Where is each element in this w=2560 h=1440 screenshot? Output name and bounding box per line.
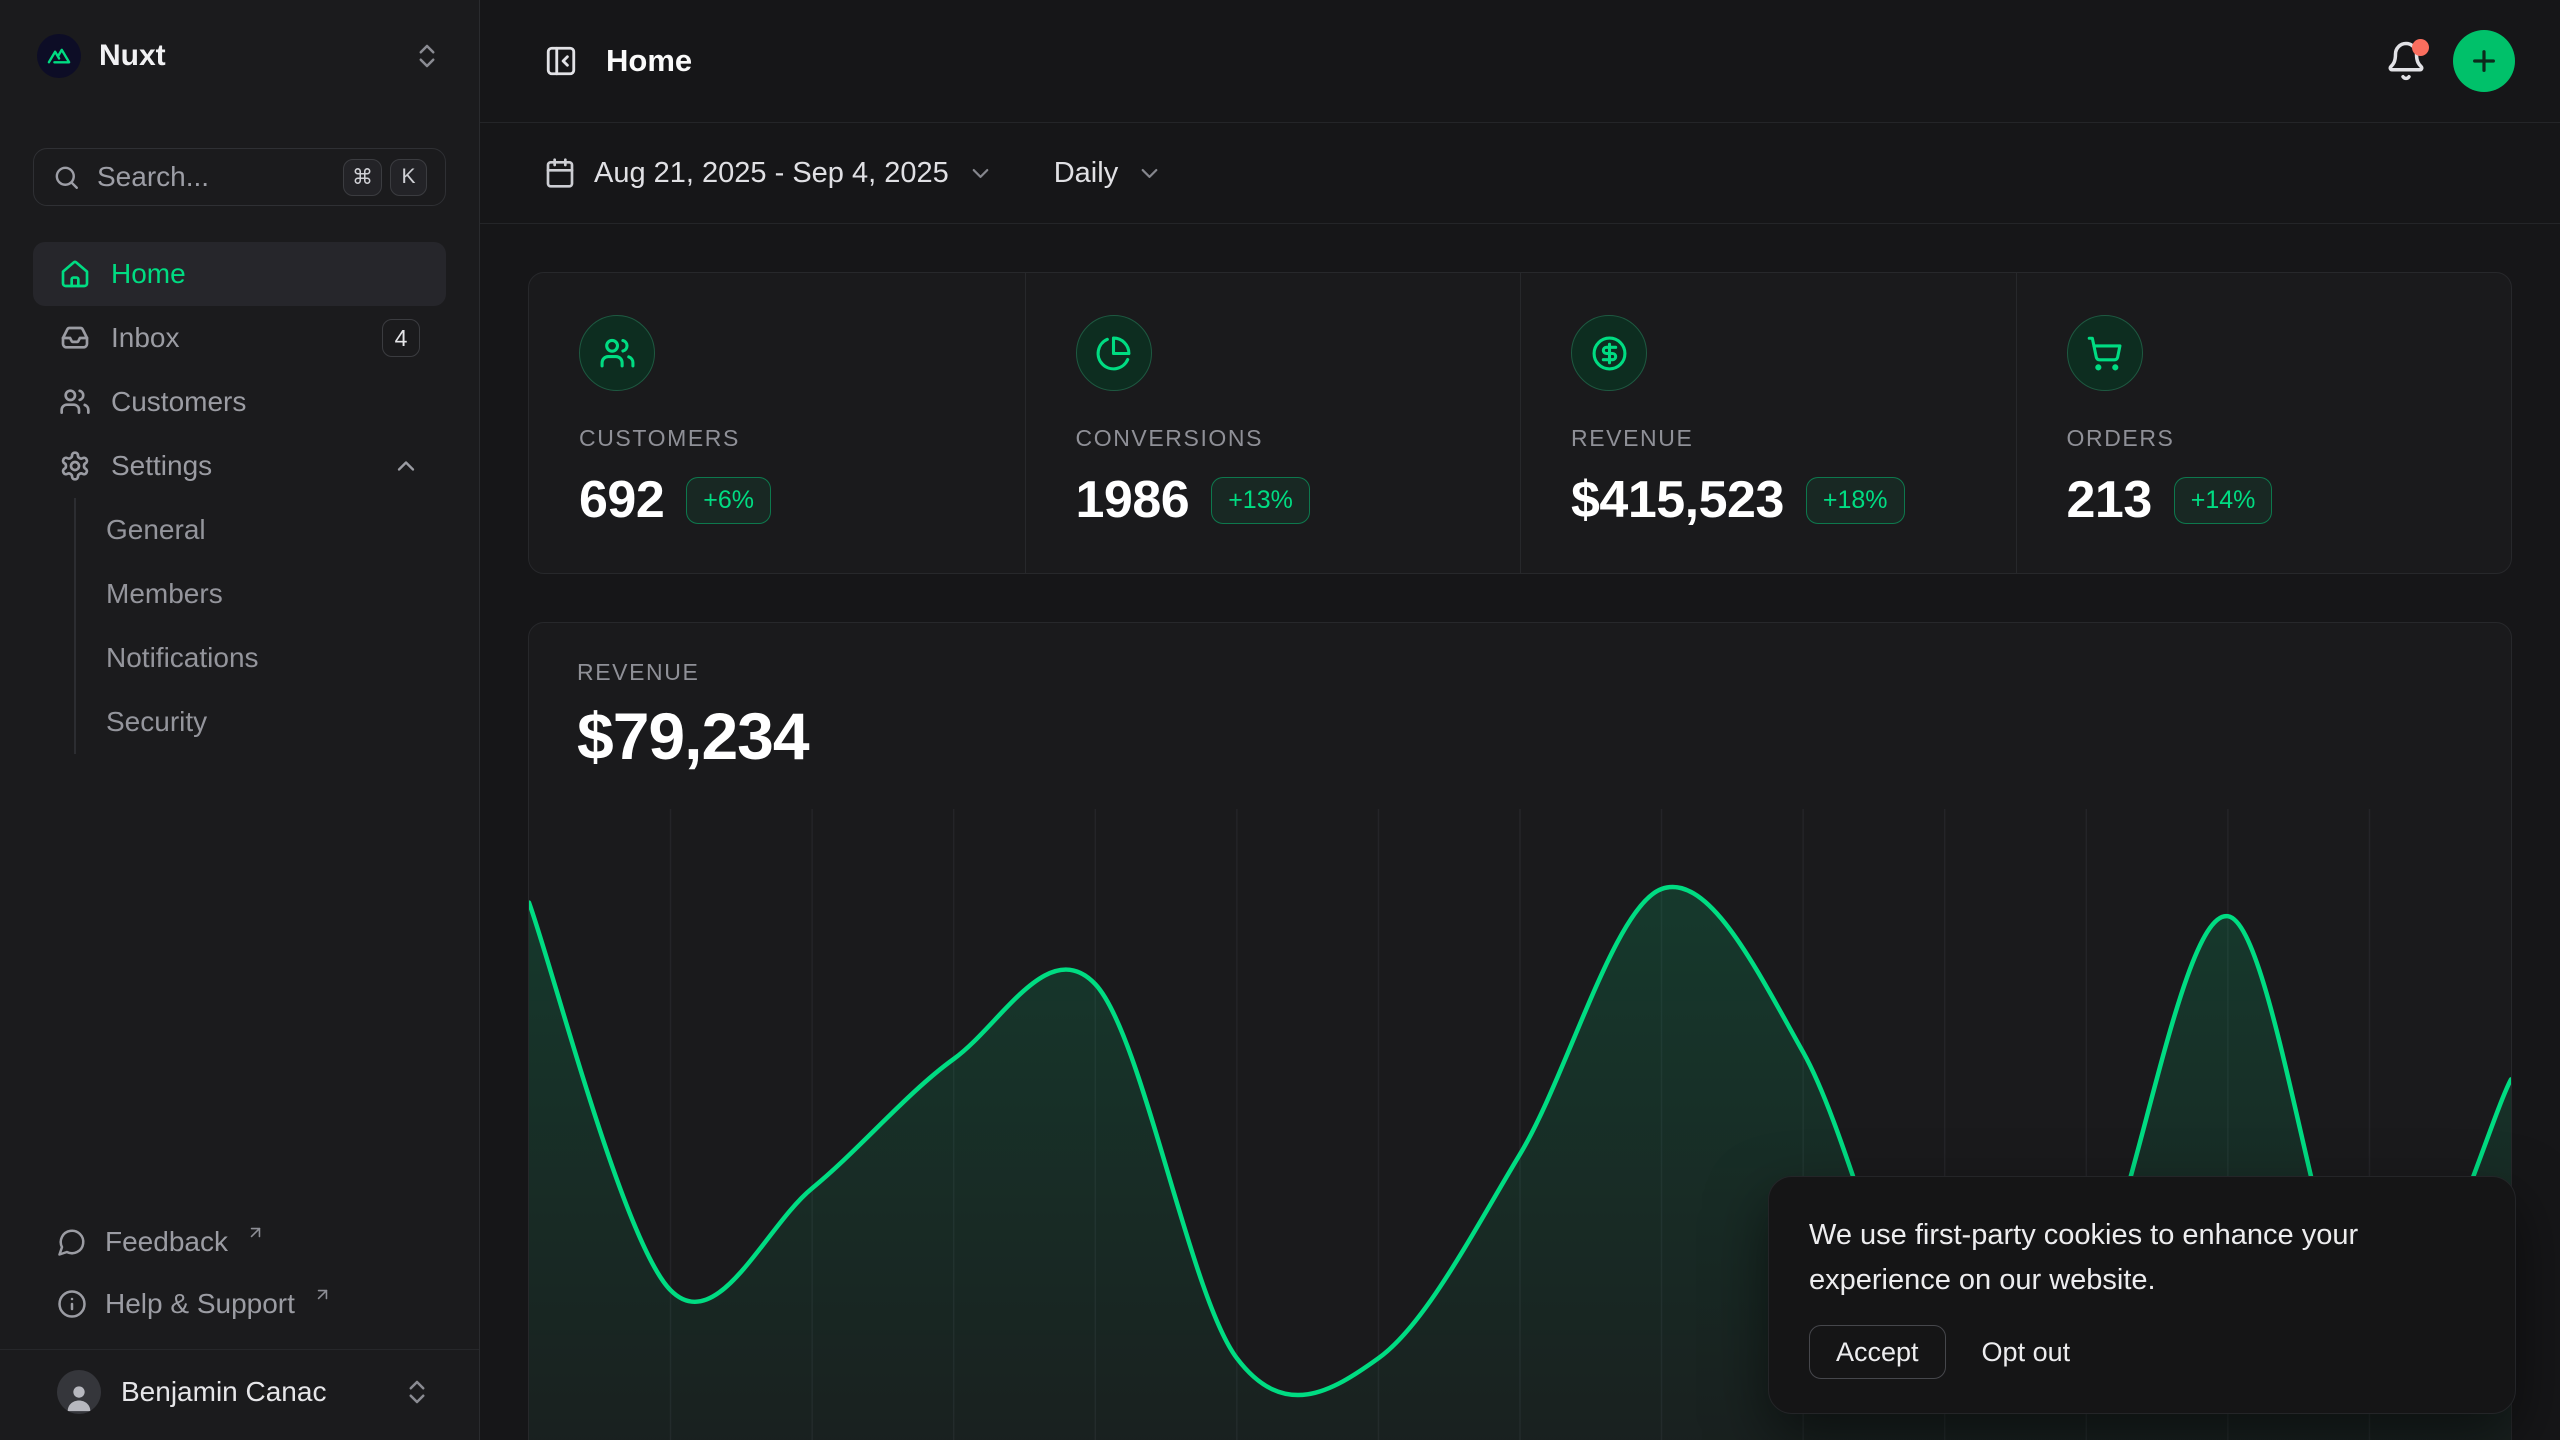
app-root: { "brand": { "name": "Nuxt" }, "search":… bbox=[0, 0, 2560, 1440]
stat-value: 1986 bbox=[1076, 470, 1190, 530]
sidebar-item-notifications[interactable]: Notifications bbox=[106, 626, 446, 690]
plus-icon bbox=[2468, 45, 2500, 77]
user-avatar bbox=[57, 1370, 101, 1414]
user-name: Benjamin Canac bbox=[121, 1376, 382, 1408]
arrow-up-right-icon bbox=[246, 1223, 265, 1242]
chevrons-up-down-icon bbox=[412, 41, 442, 71]
nuxt-logo-icon bbox=[37, 34, 81, 78]
sidebar-item-label: Home bbox=[111, 258, 186, 290]
sidebar-item-security[interactable]: Security bbox=[106, 690, 446, 754]
pie-chart-icon bbox=[1076, 315, 1152, 391]
add-button[interactable] bbox=[2453, 30, 2515, 92]
cookie-optout-button[interactable]: Opt out bbox=[1982, 1337, 2071, 1368]
sidebar-item-customers[interactable]: Customers bbox=[33, 370, 446, 434]
users-icon bbox=[579, 315, 655, 391]
filter-bar: Aug 21, 2025 - Sep 4, 2025 Daily bbox=[480, 123, 2560, 224]
notification-dot bbox=[2412, 39, 2429, 56]
sidebar-item-members[interactable]: Members bbox=[106, 562, 446, 626]
sidebar-item-label: Settings bbox=[111, 450, 212, 482]
granularity-select[interactable]: Daily bbox=[1054, 157, 1163, 190]
users-icon bbox=[59, 386, 91, 418]
footer-link-label: Feedback bbox=[105, 1226, 228, 1258]
info-circle-icon bbox=[57, 1289, 87, 1319]
stat-value: 692 bbox=[579, 470, 664, 530]
stat-revenue[interactable]: REVENUE $415,523 +18% bbox=[1520, 273, 2016, 573]
sidebar-item-label: Inbox bbox=[111, 322, 180, 354]
stat-delta-badge: +13% bbox=[1211, 477, 1310, 524]
sidebar-item-inbox[interactable]: Inbox 4 bbox=[33, 306, 446, 370]
stat-conversions[interactable]: CONVERSIONS 1986 +13% bbox=[1025, 273, 1521, 573]
footer-link-label: Help & Support bbox=[105, 1288, 295, 1320]
sidebar-footer: Feedback Help & Support Benjamin Canac bbox=[33, 1211, 446, 1440]
cookie-actions: Accept Opt out bbox=[1809, 1325, 2475, 1379]
inbox-icon bbox=[59, 322, 91, 354]
stat-delta-badge: +14% bbox=[2174, 477, 2273, 524]
stat-label: ORDERS bbox=[2067, 425, 2462, 452]
team-switcher[interactable]: Nuxt bbox=[33, 34, 446, 78]
settings-subnav: General Members Notifications Security bbox=[74, 498, 446, 754]
arrow-up-right-icon bbox=[313, 1285, 332, 1304]
circle-dollar-icon bbox=[1571, 315, 1647, 391]
page-title: Home bbox=[606, 43, 692, 79]
stat-label: CUSTOMERS bbox=[579, 425, 975, 452]
search-input[interactable]: Search... ⌘ K bbox=[33, 148, 446, 206]
sidebar-collapse-button[interactable] bbox=[544, 43, 580, 79]
cookie-message: We use first-party cookies to enhance yo… bbox=[1809, 1213, 2454, 1303]
chevron-up-icon bbox=[392, 452, 420, 480]
chevron-down-icon bbox=[1136, 160, 1163, 187]
shopping-cart-icon bbox=[2067, 315, 2143, 391]
panel-left-close-icon bbox=[544, 44, 578, 78]
stat-delta-badge: +6% bbox=[686, 477, 771, 524]
stat-value: 213 bbox=[2067, 470, 2152, 530]
search-kbd-hints: ⌘ K bbox=[343, 159, 427, 196]
cookie-accept-button[interactable]: Accept bbox=[1809, 1325, 1946, 1379]
revenue-chart-header: REVENUE $79,234 bbox=[529, 623, 2511, 773]
kbd-meta: ⌘ bbox=[343, 159, 382, 196]
revenue-chart-value: $79,234 bbox=[577, 699, 2463, 773]
calendar-icon bbox=[544, 157, 576, 189]
top-header: Home bbox=[480, 0, 2560, 123]
stat-label: REVENUE bbox=[1571, 425, 1966, 452]
sidebar-nav: Home Inbox 4 Customers Settings bbox=[33, 242, 446, 754]
chevrons-up-down-icon bbox=[402, 1377, 432, 1407]
search-icon bbox=[52, 163, 81, 192]
sidebar-item-settings[interactable]: Settings bbox=[33, 434, 446, 498]
stat-customers[interactable]: CUSTOMERS 692 +6% bbox=[529, 273, 1025, 573]
stat-value: $415,523 bbox=[1571, 470, 1784, 530]
help-support-link[interactable]: Help & Support bbox=[33, 1273, 446, 1335]
stat-label: CONVERSIONS bbox=[1076, 425, 1471, 452]
inbox-unread-badge: 4 bbox=[382, 319, 420, 357]
sidebar: Nuxt Search... ⌘ K Home Inbox 4 bbox=[0, 0, 480, 1440]
brand-name: Nuxt bbox=[99, 39, 394, 73]
feedback-link[interactable]: Feedback bbox=[33, 1211, 446, 1273]
message-bubble-icon bbox=[57, 1227, 87, 1257]
stat-delta-badge: +18% bbox=[1806, 477, 1905, 524]
search-placeholder: Search... bbox=[97, 161, 209, 193]
home-icon bbox=[59, 258, 91, 290]
revenue-chart-label: REVENUE bbox=[577, 659, 2463, 685]
date-range-value: Aug 21, 2025 - Sep 4, 2025 bbox=[594, 157, 949, 190]
chevron-down-icon bbox=[967, 160, 994, 187]
gear-icon bbox=[59, 450, 91, 482]
main-area: Home Aug 21, 2025 - Sep 4, 2025 Daily bbox=[480, 0, 2560, 1440]
date-range-picker[interactable]: Aug 21, 2025 - Sep 4, 2025 bbox=[544, 157, 994, 190]
stats-card: CUSTOMERS 692 +6% CONVERSIONS 1986 +13% bbox=[528, 272, 2512, 574]
granularity-value: Daily bbox=[1054, 157, 1118, 190]
stat-orders[interactable]: ORDERS 213 +14% bbox=[2016, 273, 2512, 573]
sidebar-item-label: Customers bbox=[111, 386, 246, 418]
notifications-button[interactable] bbox=[2385, 40, 2427, 82]
user-menu[interactable]: Benjamin Canac bbox=[33, 1350, 446, 1440]
kbd-k: K bbox=[390, 159, 427, 196]
cookie-banner: We use first-party cookies to enhance yo… bbox=[1768, 1176, 2516, 1414]
sidebar-item-general[interactable]: General bbox=[106, 498, 446, 562]
sidebar-item-home[interactable]: Home bbox=[33, 242, 446, 306]
